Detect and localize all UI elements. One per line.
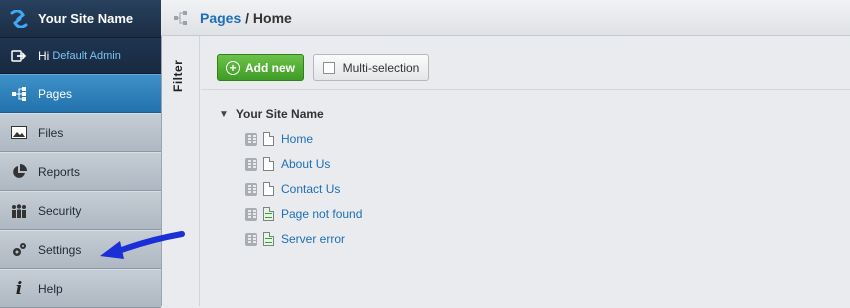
drag-handle-icon[interactable] <box>245 182 257 196</box>
plus-icon: + <box>226 60 240 75</box>
breadcrumb: Pages / Home <box>200 10 292 26</box>
tree-item-contact-us[interactable]: Contact Us <box>245 182 340 196</box>
site-name: Your Site Name <box>38 11 134 26</box>
breadcrumb-separator: / <box>245 9 250 26</box>
greeting-prefix: Hi <box>38 48 50 63</box>
site-logo-icon <box>0 9 38 28</box>
drag-handle-icon[interactable] <box>245 157 257 171</box>
multi-selection-button[interactable]: Multi-selection <box>313 54 429 81</box>
drag-handle-icon[interactable] <box>245 207 257 221</box>
sidebar-item-pages[interactable]: Pages <box>0 74 161 113</box>
top-bar: Pages / Home <box>161 0 850 36</box>
collapse-arrow-icon[interactable]: ▼ <box>219 109 229 120</box>
tree-root[interactable]: ▼ Your Site Name <box>219 107 324 121</box>
tree-item-server-error[interactable]: Server error <box>245 232 345 246</box>
multi-selection-label: Multi-selection <box>342 60 420 75</box>
logout-icon[interactable] <box>0 49 38 63</box>
toolbar: + Add new Multi-selection <box>201 37 850 90</box>
tree-root-label: Your Site Name <box>235 107 324 121</box>
sidebar-item-label: Settings <box>38 242 82 257</box>
main-content: + Add new Multi-selection ▼ Your Site Na… <box>201 37 850 306</box>
tree-item-label[interactable]: About Us <box>281 157 330 171</box>
sidebar-item-security[interactable]: Security <box>0 191 161 230</box>
sidebar-item-label: Help <box>38 281 63 296</box>
sidebar-item-label: Files <box>38 125 64 140</box>
page-document-icon <box>263 182 274 196</box>
pie-chart-icon <box>0 163 38 180</box>
breadcrumb-pages-link[interactable]: Pages <box>200 10 241 26</box>
sitemap-icon <box>0 86 38 102</box>
error-page-icon <box>263 207 274 221</box>
page-document-icon <box>263 157 274 171</box>
sidebar-item-label: Pages <box>38 86 73 101</box>
sidebar-item-label: Reports <box>38 164 81 179</box>
users-icon <box>0 203 38 218</box>
sidebar-item-label: Security <box>38 203 82 218</box>
user-greeting: Hi Default Admin <box>0 38 161 74</box>
tree-icon <box>161 10 200 25</box>
tree-item-label[interactable]: Server error <box>281 232 345 246</box>
filter-label: Filter <box>171 59 185 92</box>
add-new-label: Add new <box>245 60 295 75</box>
annotation-arrow <box>100 231 185 259</box>
tree-item-home[interactable]: Home <box>245 132 313 146</box>
info-icon: i <box>15 278 23 299</box>
drag-handle-icon[interactable] <box>245 132 257 146</box>
checkbox-icon <box>322 61 335 74</box>
error-page-icon <box>263 232 274 246</box>
tree-item-label[interactable]: Home <box>281 132 313 146</box>
sidebar-item-help[interactable]: i Help <box>0 269 161 308</box>
gears-icon <box>0 242 38 258</box>
breadcrumb-current: Home <box>252 9 292 26</box>
sidebar-item-reports[interactable]: Reports <box>0 152 161 191</box>
tree-item-page-not-found[interactable]: Page not found <box>245 207 362 221</box>
sidebar-item-files[interactable]: Files <box>0 113 161 152</box>
tree-item-about-us[interactable]: About Us <box>245 157 330 171</box>
drag-handle-icon[interactable] <box>245 232 257 246</box>
image-icon <box>0 126 38 139</box>
page-document-icon <box>263 132 274 146</box>
tree-item-label[interactable]: Page not found <box>281 207 362 221</box>
tree-item-label[interactable]: Contact Us <box>281 182 340 196</box>
brand-header[interactable]: Your Site Name <box>0 0 161 38</box>
add-new-button[interactable]: + Add new <box>217 54 304 81</box>
user-name-link[interactable]: Default Admin <box>52 50 120 62</box>
